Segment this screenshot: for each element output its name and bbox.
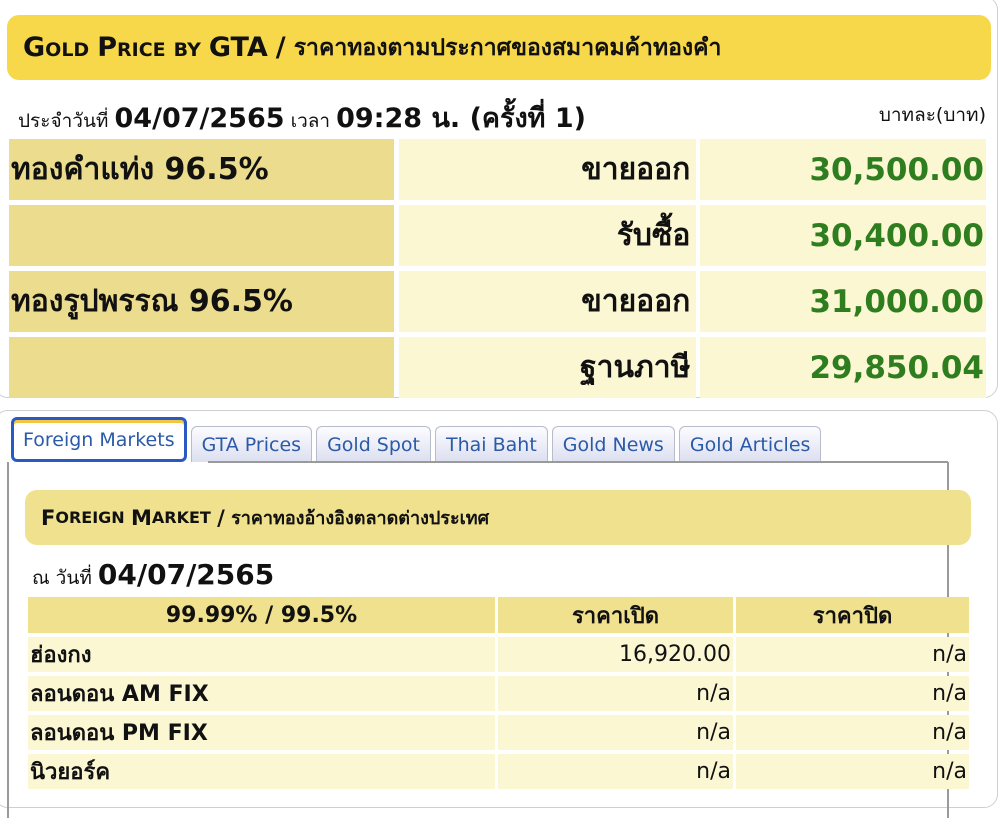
title-th: ราคาทองอ้างอิงตลาดต่างประเทศ	[231, 508, 490, 529]
table-header: 99.99% / 99.5% ราคาเปิด ราคาปิด	[28, 597, 969, 633]
announcement-datetime: ประจำวันที่ 04/07/2565 เวลา 09:28 น. (คร…	[18, 96, 586, 139]
gold-type-label: ทองคำแท่ง 96.5%	[9, 139, 394, 200]
close-price: n/a	[736, 754, 969, 789]
price-value: 30,500.00	[700, 139, 986, 200]
time-value: 09:28 น. (ครั้งที่ 1)	[336, 103, 586, 134]
market-name: นิวยอร์ค	[28, 754, 495, 789]
foreign-market-date: ณ วันที่ 04/07/2565	[32, 558, 274, 593]
date-prefix: ณ วันที่	[32, 567, 92, 589]
table-row: ฐานภาษี 29,850.04	[9, 337, 986, 398]
price-type-label: ฐานภาษี	[398, 337, 697, 398]
price-value: 30,400.00	[700, 205, 986, 266]
tab-gold-spot[interactable]: Gold Spot	[316, 426, 431, 462]
unit-label: บาทละ(บาท)	[878, 104, 986, 126]
tab-gold-news[interactable]: Gold News	[551, 426, 675, 462]
table-row: ลอนดอน AM FIX n/a n/a	[28, 676, 969, 711]
price-type-label: ขายออก	[398, 139, 697, 200]
page-title: GOLD PRICE BY GTA / ราคาทองตามประกาศของส…	[7, 15, 991, 80]
tab-bar: Foreign Markets GTA Prices Gold Spot Tha…	[11, 416, 825, 462]
gold-type-label	[9, 337, 394, 398]
market-name: ลอนดอน AM FIX	[28, 676, 495, 711]
tab-foreign-markets[interactable]: Foreign Markets	[11, 417, 187, 462]
title-separator: /	[275, 32, 286, 63]
gold-price-table: ทองคำแท่ง 96.5% ขายออก 30,500.00 รับซื้อ…	[9, 139, 986, 403]
close-price: n/a	[736, 715, 969, 750]
price-value: 29,850.04	[700, 337, 986, 398]
time-prefix: เวลา	[290, 110, 331, 132]
open-price: n/a	[498, 715, 733, 750]
close-price: n/a	[736, 676, 969, 711]
date-prefix: ประจำวันที่	[18, 110, 109, 132]
title-en: GOLD PRICE BY GTA	[23, 32, 268, 63]
table-row: ทองคำแท่ง 96.5% ขายออก 30,500.00	[9, 139, 986, 200]
table-row: ฮ่องกง 16,920.00 n/a	[28, 637, 969, 672]
title-th: ราคาทองตามประกาศของสมาคมค้าทองคำ	[293, 34, 722, 61]
open-price: 16,920.00	[498, 637, 733, 672]
column-header-purity: 99.99% / 99.5%	[28, 597, 495, 633]
gold-type-label: ทองรูปพรรณ 96.5%	[9, 271, 394, 332]
market-name: ลอนดอน PM FIX	[28, 715, 495, 750]
table-row: รับซื้อ 30,400.00	[9, 205, 986, 266]
table-row: นิวยอร์ค n/a n/a	[28, 754, 969, 789]
price-value: 31,000.00	[700, 271, 986, 332]
price-type-label: รับซื้อ	[398, 205, 697, 266]
tab-thai-baht[interactable]: Thai Baht	[434, 426, 548, 462]
column-header-close: ราคาปิด	[736, 597, 969, 633]
table-row: ทองรูปพรรณ 96.5% ขายออก 31,000.00	[9, 271, 986, 332]
close-price: n/a	[736, 637, 969, 672]
column-header-open: ราคาเปิด	[498, 597, 733, 633]
title-separator: /	[217, 505, 225, 530]
tab-gta-prices[interactable]: GTA Prices	[190, 426, 313, 462]
date-value: 04/07/2565	[114, 103, 285, 134]
market-name: ฮ่องกง	[28, 637, 495, 672]
price-type-label: ขายออก	[398, 271, 697, 332]
foreign-market-table: 99.99% / 99.5% ราคาเปิด ราคาปิด ฮ่องกง 1…	[28, 597, 969, 793]
foreign-market-title: F OREIGN M ARKET / ราคาทองอ้างอิงตลาดต่างป…	[25, 490, 971, 545]
tab-gold-articles[interactable]: Gold Articles	[678, 426, 822, 462]
open-price: n/a	[498, 676, 733, 711]
open-price: n/a	[498, 754, 733, 789]
gold-type-label	[9, 205, 394, 266]
table-row: ลอนดอน PM FIX n/a n/a	[28, 715, 969, 750]
date-value: 04/07/2565	[97, 558, 275, 591]
